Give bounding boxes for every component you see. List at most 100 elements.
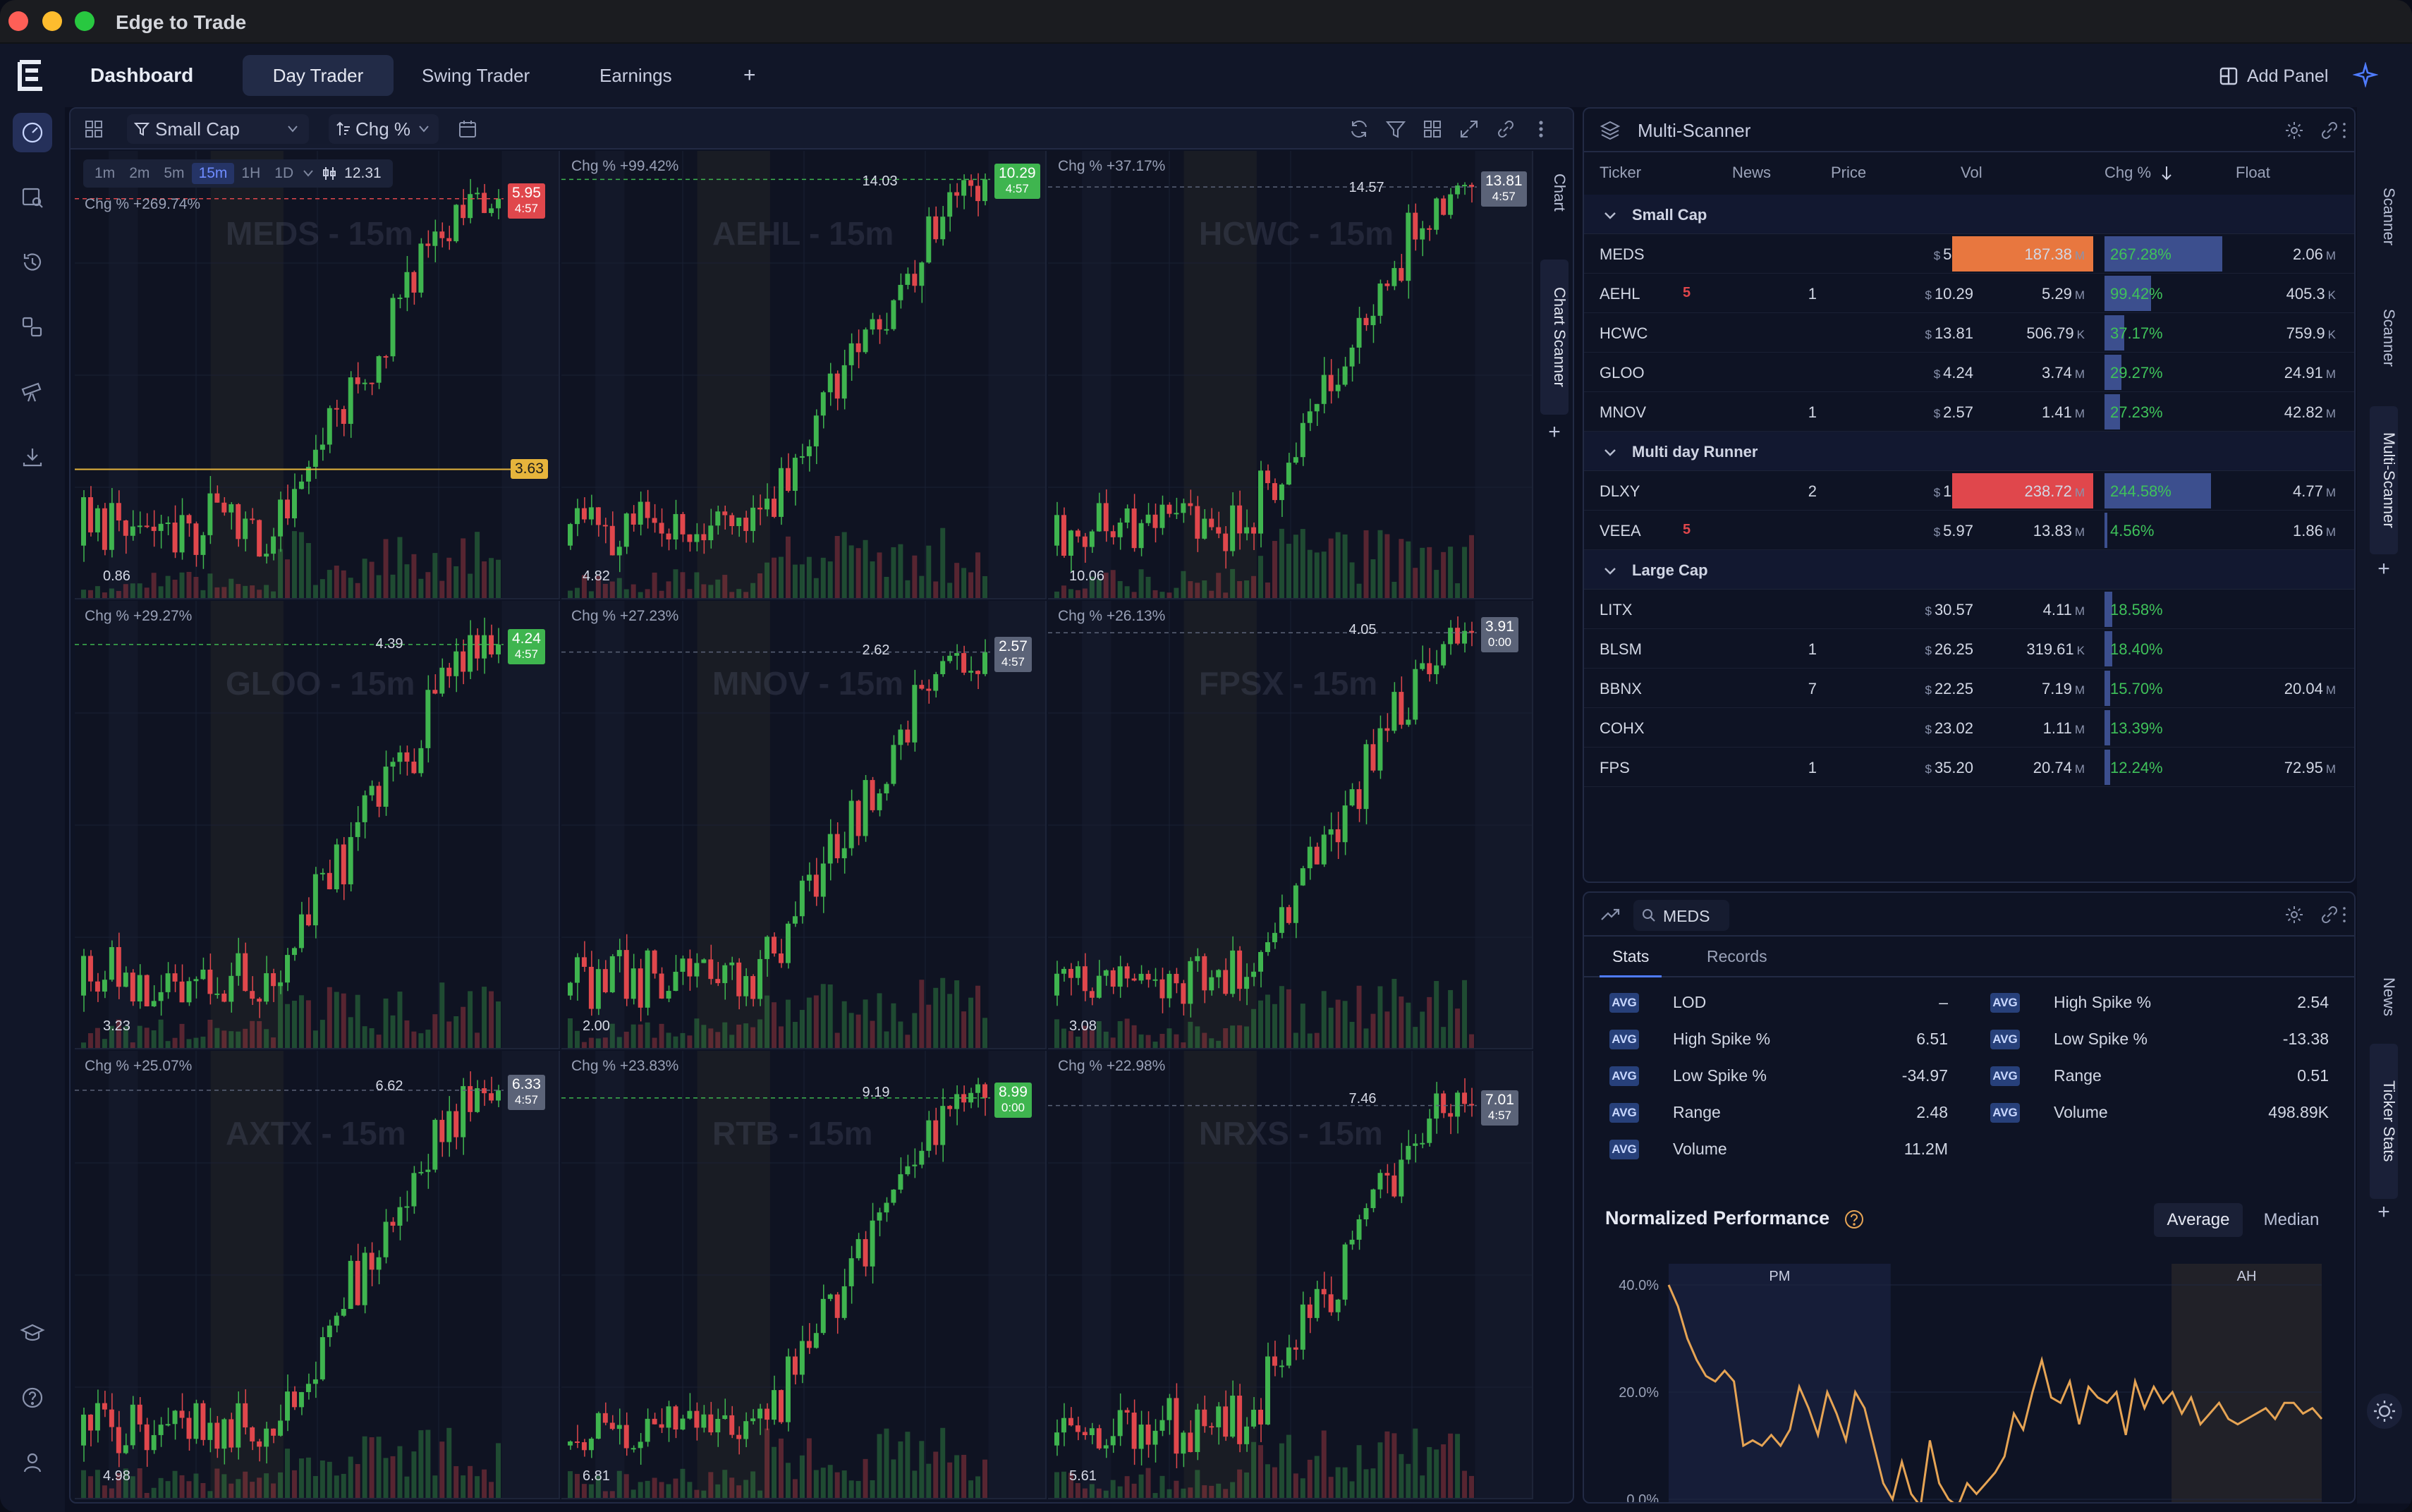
sort-dropdown[interactable]: Chg %: [329, 114, 439, 144]
layout-icon[interactable]: [1422, 118, 1443, 140]
refresh-icon[interactable]: [1348, 118, 1370, 140]
row-news[interactable]: 7: [1796, 680, 1817, 698]
edge-logo-icon[interactable]: [16, 58, 47, 93]
settings-icon[interactable]: [2284, 904, 2305, 925]
timeframe-selector[interactable]: 1m 2m 5m 15m 1H 1D 12.31: [83, 159, 393, 188]
settings-icon[interactable]: [2284, 120, 2305, 141]
expand-icon[interactable]: [1458, 118, 1480, 140]
scanner-row[interactable]: BBNX 7 $22.25 7.19 M 15.70% 20.04 M: [1584, 669, 2354, 708]
close-window-button[interactable]: [8, 11, 28, 31]
side-tab-multi-scanner[interactable]: Multi-Scanner: [2370, 406, 2398, 554]
chevron-down-icon[interactable]: [303, 170, 313, 177]
col-ticker[interactable]: Ticker: [1600, 164, 1641, 182]
layout-grid-icon[interactable]: [83, 118, 104, 140]
tab-earnings[interactable]: Earnings: [583, 55, 689, 96]
add-panel-button[interactable]: Add Panel: [2219, 63, 2328, 89]
scanner-row[interactable]: COHX $23.02 1.11 M 13.39%: [1584, 708, 2354, 748]
link-icon[interactable]: [2319, 904, 2340, 925]
chart-cell-aehl[interactable]: Chg % +99.42% AEHL - 15m 14.03 4.82 10.29 4:5…: [561, 151, 1047, 599]
row-news[interactable]: 1: [1796, 759, 1817, 777]
tab-records[interactable]: Records: [1694, 937, 1780, 977]
news-flag[interactable]: 5: [1683, 285, 1691, 301]
minimize-window-button[interactable]: [42, 11, 62, 31]
timeframe-5m[interactable]: 5m: [157, 163, 191, 184]
scanner-group-header[interactable]: Small Cap: [1584, 195, 2354, 234]
side-tab-scanner-2[interactable]: Scanner: [2370, 292, 2398, 384]
link-icon[interactable]: [1495, 118, 1516, 140]
filter-dropdown[interactable]: Small Cap: [127, 114, 309, 144]
sidebar-item-watchlist[interactable]: [13, 178, 52, 217]
sidebar-item-dashboard[interactable]: [13, 113, 52, 152]
scanner-row[interactable]: MEDS$5.95187.38M267.28%2.06M: [1584, 234, 2354, 274]
timeframe-2m[interactable]: 2m: [122, 163, 157, 184]
tab-day-trader[interactable]: Day Trader: [243, 55, 394, 96]
tab-chart-scanner[interactable]: Chart Scanner: [1540, 260, 1569, 415]
trend-icon[interactable]: [1600, 904, 1621, 925]
add-tab-button[interactable]: +: [726, 55, 773, 96]
timeframe-1h[interactable]: 1H: [234, 163, 267, 184]
col-vol[interactable]: Vol: [1961, 164, 1982, 182]
add-chart-tab-button[interactable]: +: [1540, 420, 1569, 449]
sidebar-item-help[interactable]: [13, 1378, 52, 1418]
scanner-row[interactable]: AEHL 5 1 $10.29 5.29 M 99.42% 405.3 K: [1584, 274, 2354, 313]
timeframe-15m[interactable]: 15m: [191, 163, 235, 184]
sparkle-icon[interactable]: [2353, 62, 2378, 87]
tab-swing-trader[interactable]: Swing Trader: [405, 55, 547, 96]
scanner-row[interactable]: MNOV 1 $2.57 1.41 M 27.23% 42.82 M: [1584, 392, 2354, 432]
scanner-row[interactable]: LITX $30.57 4.11 M 18.58%: [1584, 590, 2354, 629]
chart-cell-fpsx[interactable]: Chg % +26.13% FPSX - 15m 4.05 3.08 3.91 0:00: [1048, 601, 1533, 1049]
row-news[interactable]: 1: [1796, 403, 1817, 422]
add-scanner-tab-button[interactable]: +: [2370, 557, 2398, 585]
maximize-window-button[interactable]: [75, 11, 95, 31]
sun-theme-icon[interactable]: [2365, 1392, 2404, 1430]
scanner-row[interactable]: BLSM 1 $26.25 319.61 K 18.40%: [1584, 629, 2354, 669]
scanner-row[interactable]: FPS 1 $35.20 20.74 M 12.24% 72.95 M: [1584, 748, 2354, 787]
more-options-icon[interactable]: [2339, 120, 2350, 141]
scanner-row[interactable]: HCWC $13.81 506.79 K 37.17% 759.9 K: [1584, 313, 2354, 353]
help-circle-icon[interactable]: [1844, 1209, 1865, 1230]
toggle-median[interactable]: Median: [2247, 1203, 2336, 1237]
ticker-search[interactable]: MEDS: [1633, 900, 1729, 931]
link-icon[interactable]: [2319, 120, 2340, 141]
scanner-row[interactable]: GLOO $4.24 3.74 M 29.27% 24.91 M: [1584, 353, 2354, 392]
chart-cell-meds[interactable]: Chg % +269.74% MEDS - 15m 0.86 5.95 4:57 3.63: [75, 151, 560, 599]
scanner-group-header[interactable]: Multi day Runner: [1584, 432, 2354, 471]
sidebar-item-downloads[interactable]: [13, 437, 52, 477]
sort-desc-icon[interactable]: [2161, 165, 2172, 181]
scanner-group-header[interactable]: Large Cap: [1584, 550, 2354, 590]
filter-icon[interactable]: [1385, 118, 1406, 140]
side-tab-news[interactable]: News: [2370, 962, 2398, 1032]
dashboard-title[interactable]: Dashboard: [73, 55, 210, 96]
add-stats-tab-button[interactable]: +: [2370, 1200, 2398, 1228]
toggle-average[interactable]: Average: [2154, 1203, 2243, 1237]
scanner-row[interactable]: VEEA 5 $5.97 13.83 M 4.56% 1.86 M: [1584, 511, 2354, 550]
side-tab-scanner-1[interactable]: Scanner: [2370, 171, 2398, 262]
sidebar-item-telescope[interactable]: [13, 372, 52, 412]
timeframe-1d[interactable]: 1D: [267, 163, 300, 184]
chart-cell-gloo[interactable]: Chg % +29.27% GLOO - 15m 4.39 3.23 4.24 4:57: [75, 601, 560, 1049]
chart-cell-hcwc[interactable]: Chg % +37.17% HCWC - 15m 14.57 10.06 13.81 4:…: [1048, 151, 1533, 599]
row-news[interactable]: 2: [1796, 482, 1817, 501]
tab-chart[interactable]: Chart: [1540, 154, 1569, 231]
chart-cell-axtx[interactable]: Chg % +25.07% AXTX - 15m 6.62 4.98 6.33 4:57: [75, 1051, 560, 1499]
candles-icon[interactable]: [322, 166, 337, 181]
scanner-row[interactable]: DLXY2$1.43238.72M244.58%4.77M: [1584, 471, 2354, 511]
timeframe-1m[interactable]: 1m: [87, 163, 122, 184]
calendar-icon[interactable]: [457, 118, 478, 140]
col-news[interactable]: News: [1732, 164, 1771, 182]
side-tab-ticker-stats[interactable]: Ticker Stats: [2370, 1044, 2398, 1199]
chart-cell-rtb[interactable]: Chg % +23.83% RTB - 15m 9.19 6.81 8.99 0:00: [561, 1051, 1047, 1499]
news-flag[interactable]: 5: [1683, 522, 1691, 538]
sidebar-item-layouts[interactable]: [13, 307, 52, 347]
tab-stats[interactable]: Stats: [1600, 937, 1662, 977]
col-float[interactable]: Float: [2236, 164, 2270, 182]
row-news[interactable]: 1: [1796, 285, 1817, 303]
more-options-icon[interactable]: [2339, 904, 2350, 925]
row-news[interactable]: 1: [1796, 640, 1817, 659]
more-options-icon[interactable]: [1530, 118, 1552, 140]
col-price[interactable]: Price: [1831, 164, 1866, 182]
chart-cell-nrxs[interactable]: Chg % +22.98% NRXS - 15m 7.46 5.61 7.01 4:57: [1048, 1051, 1533, 1499]
sidebar-item-history[interactable]: [13, 243, 52, 282]
sidebar-item-profile[interactable]: [13, 1443, 52, 1482]
chart-cell-mnov[interactable]: Chg % +27.23% MNOV - 15m 2.62 2.00 2.57 4:57: [561, 601, 1047, 1049]
